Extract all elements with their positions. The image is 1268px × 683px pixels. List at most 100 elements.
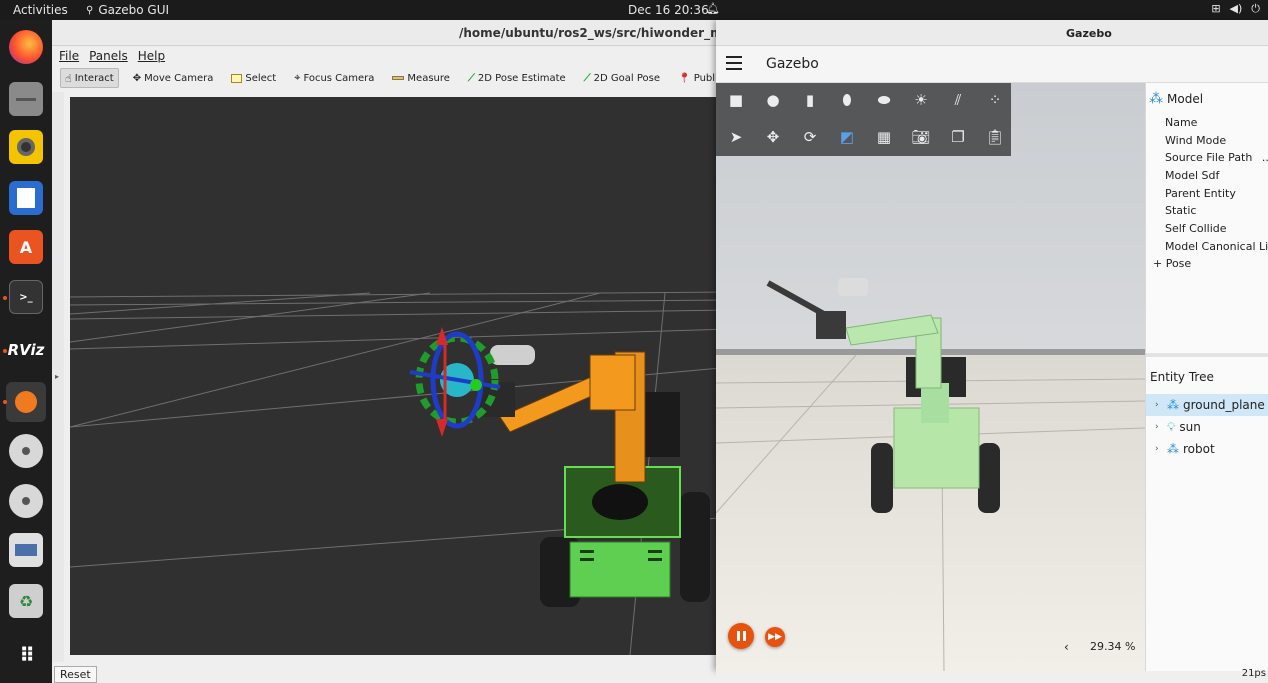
tool-measure[interactable]: Measure [388, 68, 454, 88]
model-icon: ⁂ [1149, 91, 1163, 107]
menu-help[interactable]: Help [138, 49, 165, 63]
box-shape-icon[interactable]: ■ [722, 86, 750, 114]
system-tray[interactable]: ⊞ ◀) ⏻ [1211, 2, 1260, 16]
gazebo-titlebar[interactable]: Gazebo [716, 20, 1268, 46]
gazebo-icon[interactable] [6, 382, 46, 422]
tree-item-label: ground_plane [1183, 398, 1265, 412]
select-mode-icon[interactable]: ➤ [722, 123, 750, 151]
running-dot [3, 296, 7, 300]
rviz-bottom-bar: Reset [52, 664, 732, 683]
rviz-toolbar: ☝ Interact ✥ Move Camera Select ⌖ Focus … [52, 66, 732, 90]
rhythmbox-icon[interactable] [9, 130, 43, 164]
ellipsoid-shape-icon[interactable]: ⬬ [870, 86, 898, 114]
floppy-icon[interactable] [9, 533, 43, 567]
trash-icon[interactable]: ♻ [9, 584, 43, 618]
tree-item-ground-plane[interactable]: › ⁂ ground_plane [1146, 394, 1268, 416]
tool-select-label: Select [245, 72, 277, 84]
notification-icon[interactable]: 🔔︎ [706, 2, 720, 15]
copy-icon[interactable]: ❐ [944, 123, 972, 151]
capsule-shape-icon[interactable]: ⬮ [833, 86, 861, 114]
hamburger-menu-icon[interactable] [726, 56, 742, 70]
writer-icon[interactable] [9, 181, 43, 215]
network-icon: ⊞ [1211, 2, 1221, 15]
rtf-expand-arrow[interactable]: ‹ [1064, 640, 1069, 654]
move-camera-icon: ✥ [132, 72, 142, 84]
prop-source-ellipsis: .. [1261, 151, 1268, 165]
tool-measure-label: Measure [407, 72, 450, 84]
pose-expander[interactable]: + Pose [1153, 257, 1191, 270]
cylinder-shape-icon[interactable]: ▮ [796, 86, 824, 114]
model-icon: ⁂ [1167, 442, 1179, 456]
gazebo-window: Gazebo Gazebo ■ ● ▮ ⬮ ⬬ ☀ ⫽ ⁘ ➤ ✥ ⟳ ◩ ▦ … [716, 20, 1268, 671]
tool-focus-camera-label: Focus Camera [303, 72, 375, 84]
tool-focus-camera[interactable]: ⌖ Focus Camera [290, 68, 378, 88]
tool-2d-goal-pose[interactable]: ⟋ 2D Goal Pose [580, 68, 664, 88]
files-icon[interactable] [9, 82, 43, 116]
menu-panels[interactable]: Panels [89, 49, 128, 63]
pause-button[interactable] [728, 623, 754, 649]
gazebo-scene-render [716, 83, 1145, 671]
entity-tree: › ⁂ ground_plane › 💡︎ sun › ⁂ robot [1146, 394, 1268, 460]
tree-item-sun[interactable]: › 💡︎ sun [1146, 416, 1268, 438]
power-icon: ⏻ [1251, 2, 1260, 15]
chevron-right-icon[interactable]: › [1155, 444, 1163, 454]
tree-item-label: sun [1179, 420, 1201, 434]
rviz-3d-viewport[interactable] [70, 97, 732, 655]
prop-name: Name [1165, 116, 1198, 129]
translate-mode-icon[interactable]: ✥ [759, 123, 787, 151]
rviz-window: /home/ubuntu/ros2_ws/src/hiwonder_moveit… [52, 20, 784, 683]
directional-light-icon[interactable]: ⫽ [944, 86, 972, 114]
tool-2d-pose-estimate[interactable]: ⟋ 2D Pose Estimate [464, 68, 570, 88]
grid-config-icon[interactable]: ▦ [870, 123, 898, 151]
tool-move-camera-label: Move Camera [144, 72, 214, 84]
tool-move-camera[interactable]: ✥ Move Camera [129, 68, 218, 88]
app-menu-label: Gazebo GUI [98, 3, 170, 17]
clock[interactable]: Dec 16 20:36 [628, 3, 709, 17]
paste-icon[interactable]: 📋︎ [981, 123, 1009, 151]
view-angle-icon[interactable]: ◩ [833, 123, 861, 151]
tool-interact[interactable]: ☝ Interact [60, 68, 119, 88]
gazebo-3d-scene[interactable]: ■ ● ▮ ⬮ ⬬ ☀ ⫽ ⁘ ➤ ✥ ⟳ ◩ ▦ 📷︎ ❐ 📋︎ ▶▶ ‹ 2… [716, 83, 1145, 671]
prop-parent-entity: Parent Entity [1165, 186, 1236, 200]
tool-select[interactable]: Select [227, 68, 280, 88]
tree-item-robot[interactable]: › ⁂ robot [1146, 438, 1268, 460]
tool-2d-goal-pose-label: 2D Goal Pose [593, 72, 661, 84]
menu-file[interactable]: File [59, 49, 79, 63]
step-button[interactable]: ▶▶ [765, 627, 785, 647]
terminal-icon[interactable]: >_ [9, 280, 43, 314]
left-panel-collapse[interactable]: ▸ [52, 92, 64, 662]
real-time-factor: 29.34 % [1090, 640, 1136, 653]
point-light-icon[interactable]: ☀ [907, 86, 935, 114]
running-dot [3, 400, 7, 404]
prop-wind-mode: Wind Mode [1165, 133, 1227, 147]
sphere-shape-icon[interactable]: ● [759, 86, 787, 114]
select-icon [231, 73, 243, 83]
chevron-right-icon[interactable]: › [1155, 422, 1163, 432]
fps-readout: 21ps [1241, 668, 1266, 679]
firefox-icon[interactable] [9, 30, 43, 64]
expand-arrow-icon: ▸ [55, 372, 60, 381]
panel-divider[interactable] [1146, 353, 1268, 357]
app-center-icon[interactable]: A [9, 230, 43, 264]
rviz-icon[interactable]: RViz [8, 333, 45, 367]
rviz-robot [480, 345, 710, 607]
shapes-toolbar: ■ ● ▮ ⬮ ⬬ ☀ ⫽ ⁘ ➤ ✥ ⟳ ◩ ▦ 📷︎ ❐ 📋︎ [716, 83, 1011, 156]
entity-tree-title: Entity Tree [1150, 370, 1214, 384]
gazebo-window-title: Gazebo [1066, 27, 1112, 40]
screenshot-icon[interactable]: 📷︎ [907, 123, 935, 151]
show-apps-icon[interactable]: ⠿ [9, 638, 43, 672]
component-properties: Name Wind Mode Source File Path .. Model… [1165, 116, 1268, 258]
chevron-right-icon[interactable]: › [1155, 400, 1163, 410]
focus-camera-icon: ⌖ [294, 71, 301, 84]
reset-button[interactable]: Reset [54, 666, 97, 683]
app-menu[interactable]: ⚲ Gazebo GUI [86, 3, 169, 17]
light-bulb-icon: 💡︎ [1167, 419, 1176, 434]
spot-light-icon[interactable]: ⁘ [981, 86, 1009, 114]
disc-icon[interactable] [9, 434, 43, 468]
rviz-titlebar[interactable]: /home/ubuntu/ros2_ws/src/hiwonder_moveit… [52, 20, 784, 46]
activities-button[interactable]: Activities [13, 3, 68, 17]
disc-icon-2[interactable] [9, 484, 43, 518]
underlying-window-strip: 21ps [716, 668, 1268, 683]
prop-source-file-path-label: Source File Path [1165, 151, 1253, 165]
rotate-mode-icon[interactable]: ⟳ [796, 123, 824, 151]
